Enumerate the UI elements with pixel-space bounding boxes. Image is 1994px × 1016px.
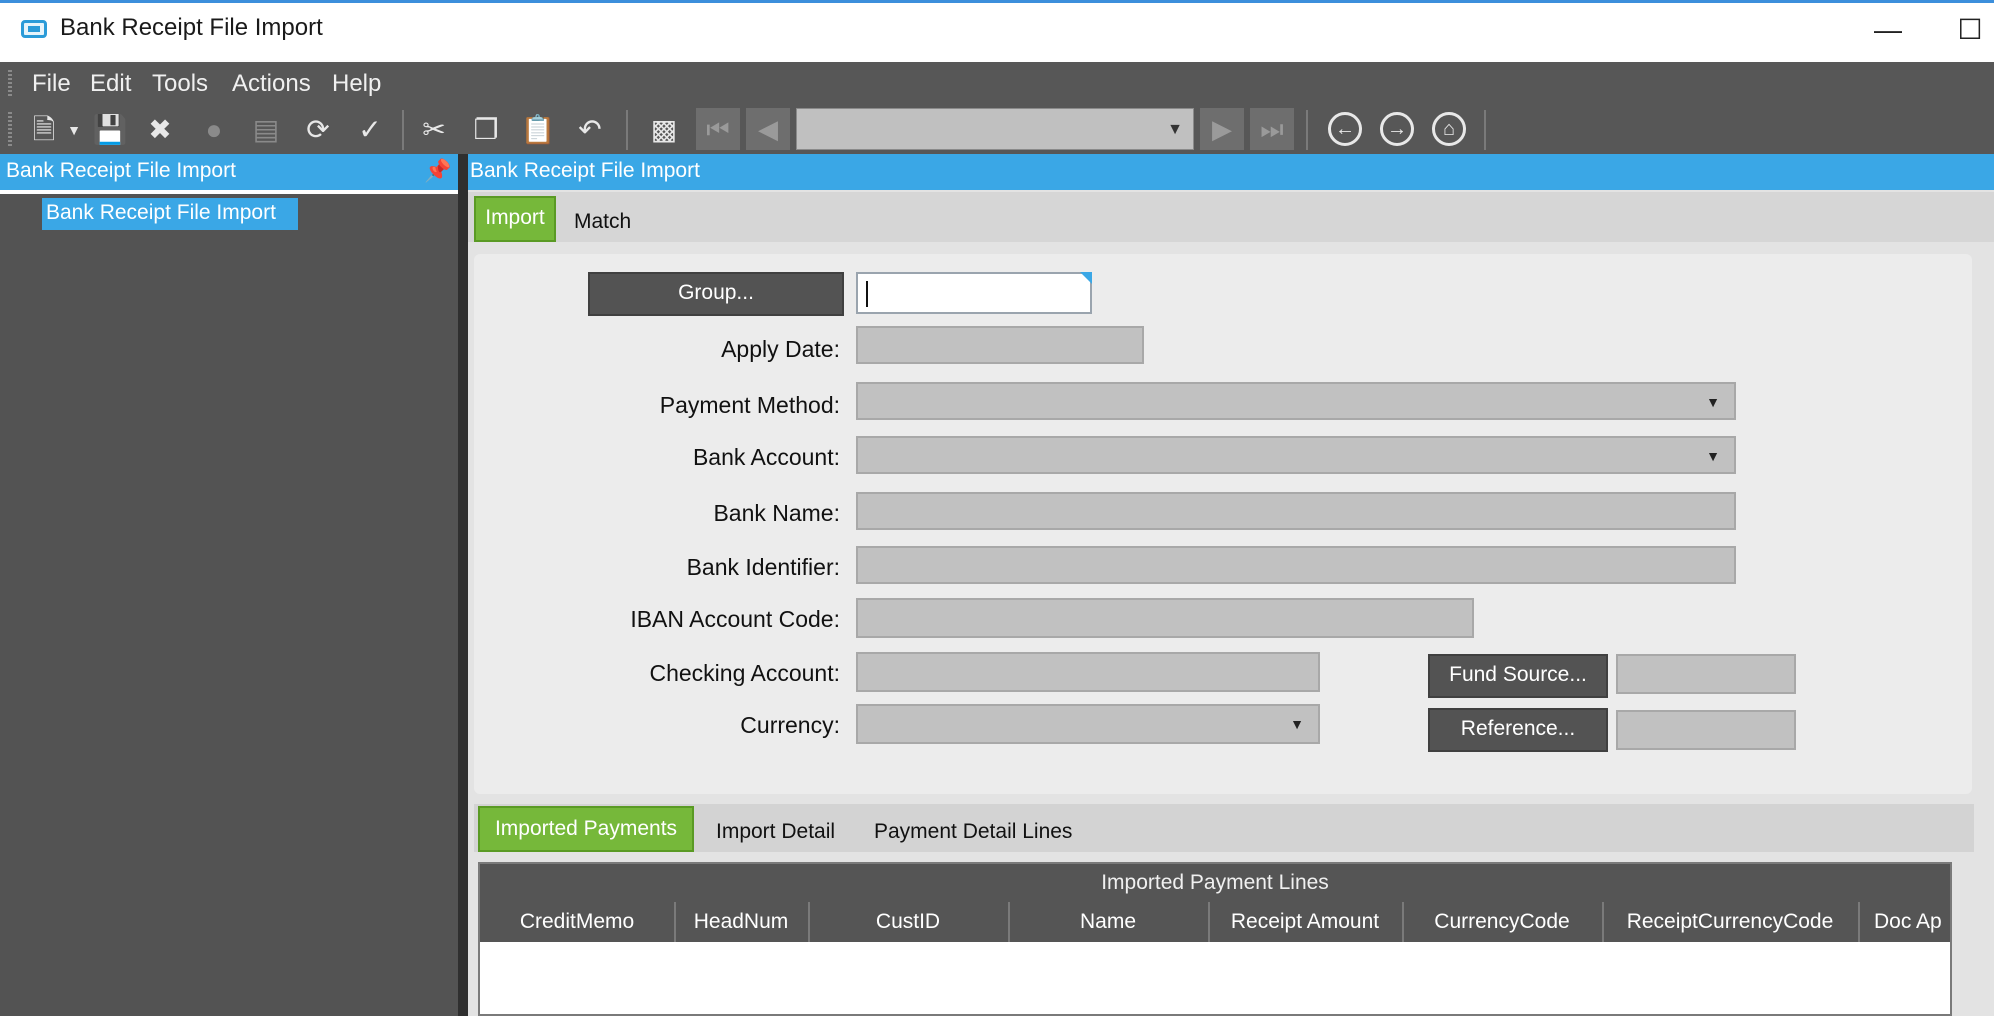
fund-source-field[interactable] [1616,654,1796,694]
toolbar-grip [8,112,12,146]
checking-account-field[interactable] [856,652,1320,692]
comment-icon[interactable]: ● [196,112,232,148]
chevron-down-icon: ▼ [1290,716,1304,732]
reference-field[interactable] [1616,710,1796,750]
group-input[interactable] [856,272,1092,314]
new-icon[interactable]: 🗎 [26,112,62,148]
menu-tools[interactable]: Tools [152,70,208,98]
tree-panel [0,154,458,1016]
forward-icon[interactable]: → [1380,112,1414,146]
column-header-currencycode[interactable]: CurrencyCode [1402,902,1604,942]
chevron-down-icon: ▼ [1706,394,1720,410]
next-record-icon[interactable]: ▶ [1200,108,1244,150]
tree-item-bank-receipt-file-import[interactable]: Bank Receipt File Import [42,198,298,230]
toolbar-separator [626,110,628,150]
menu-actions[interactable]: Actions [232,70,311,98]
iban-account-code-label: IBAN Account Code: [630,606,840,632]
menu-edit[interactable]: Edit [90,70,131,98]
cut-icon[interactable]: ✂ [416,112,452,148]
toolbar-separator [1306,110,1308,150]
menu-grip [8,70,12,96]
payment-method-select[interactable]: ▼ [856,382,1736,420]
panel-splitter[interactable] [458,154,468,1016]
grid-title: Imported Payment Lines [480,864,1950,902]
attachment-icon[interactable]: ▤ [248,112,284,148]
tab-payment-detail-lines[interactable]: Payment Detail Lines [874,820,1072,844]
menu-help[interactable]: Help [332,70,381,98]
undo-icon[interactable]: ↶ [572,112,608,148]
copy-icon[interactable]: ❐ [468,112,504,148]
delete-icon[interactable]: ✖ [142,112,178,148]
paste-icon[interactable]: 📋 [520,112,556,148]
search-icon[interactable]: ▩ [646,112,682,148]
column-header-receiptcurrencycode[interactable]: ReceiptCurrencyCode [1602,902,1860,942]
bank-name-field[interactable] [856,492,1736,530]
column-header-receipt-amount[interactable]: Receipt Amount [1208,902,1404,942]
apply-date-field[interactable] [856,326,1144,364]
column-header-creditmemo[interactable]: CreditMemo [480,902,676,942]
record-navigation-combo[interactable]: ▼ [796,108,1194,150]
tree-panel-title: Bank Receipt File Import [6,159,236,182]
chevron-down-icon: ▼ [1167,121,1183,138]
bank-account-label: Bank Account: [692,444,840,470]
app-icon [21,20,47,38]
iban-account-code-field[interactable] [856,598,1474,638]
minimize-icon[interactable]: — [1868,10,1908,50]
column-header-doc-ap[interactable]: Doc Ap [1858,902,1950,942]
tab-strip [468,192,1994,242]
bank-identifier-field[interactable] [856,546,1736,584]
bank-name-label: Bank Name: [713,500,840,526]
reference-button[interactable]: Reference... [1428,708,1608,752]
maximize-icon[interactable]: ☐ [1950,10,1990,50]
subtab-strip [474,804,1974,852]
window-title: Bank Receipt File Import [60,14,323,41]
clear-icon[interactable]: ✓ [352,112,388,148]
group-button[interactable]: Group... [588,272,844,316]
tab-imported-payments[interactable]: Imported Payments [478,806,694,852]
save-icon[interactable]: 💾 [92,112,128,148]
main-title: Bank Receipt File Import [470,159,700,182]
apply-date-label: Apply Date: [721,336,840,362]
tab-import-detail[interactable]: Import Detail [716,820,835,844]
bank-identifier-label: Bank Identifier: [686,554,840,580]
toolbar-separator [402,110,404,150]
last-record-icon[interactable]: ⏭ [1250,108,1294,150]
first-record-icon[interactable]: ⏮ [696,108,740,150]
grid-header-row: CreditMemo HeadNum CustID Name Receipt A… [480,902,1950,942]
checking-account-label: Checking Account: [649,660,840,686]
new-dropdown-icon[interactable]: ▼ [66,112,82,148]
home-icon[interactable]: ⌂ [1432,112,1466,146]
tab-match[interactable]: Match [574,210,631,234]
menu-file[interactable]: File [32,70,71,98]
bank-account-select[interactable]: ▼ [856,436,1736,474]
payment-method-label: Payment Method: [659,392,840,418]
chevron-down-icon: ▼ [1706,448,1720,464]
back-icon[interactable]: ← [1328,112,1362,146]
tree-panel-divider [0,190,458,194]
toolbar-separator [1484,110,1486,150]
currency-label: Currency: [740,712,840,738]
previous-record-icon[interactable]: ◀ [746,108,790,150]
refresh-icon[interactable]: ⟳ [300,112,336,148]
column-header-headnum[interactable]: HeadNum [674,902,810,942]
tab-import[interactable]: Import [474,196,556,242]
currency-select[interactable]: ▼ [856,704,1320,744]
column-header-name[interactable]: Name [1008,902,1210,942]
pin-icon[interactable]: 📌 [424,158,451,184]
fund-source-button[interactable]: Fund Source... [1428,654,1608,698]
column-header-custid[interactable]: CustID [808,902,1010,942]
